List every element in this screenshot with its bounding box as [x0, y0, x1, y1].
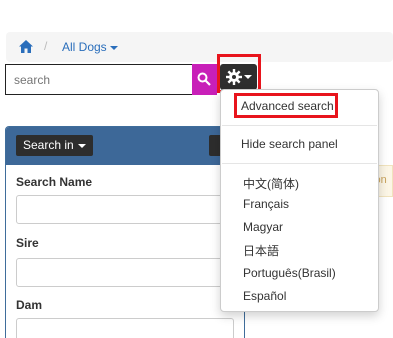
menu-divider [222, 125, 377, 126]
search-panel: Search in Search Name Sire Dam [5, 126, 245, 338]
menu-item-lang-es[interactable]: Español [243, 289, 286, 303]
search-name-field[interactable] [16, 195, 234, 224]
advanced-search-highlight [234, 93, 338, 118]
breadcrumb-all-dogs-label: All Dogs [62, 40, 107, 54]
menu-item-hide-search-panel[interactable]: Hide search panel [241, 137, 338, 151]
breadcrumb-separator: / [44, 39, 48, 53]
chevron-down-icon [77, 143, 86, 148]
home-icon[interactable] [19, 40, 33, 53]
breadcrumb: / All Dogs [6, 32, 393, 62]
menu-item-lang-fr[interactable]: Français [243, 197, 289, 211]
dam-field[interactable] [16, 318, 234, 338]
search-button[interactable] [192, 64, 217, 95]
menu-item-lang-hu[interactable]: Magyar [243, 220, 283, 234]
menu-item-lang-pt-br[interactable]: Português(Brasil) [243, 266, 336, 280]
search-in-button[interactable]: Search in [16, 135, 93, 156]
search-icon [197, 72, 211, 86]
menu-item-lang-ja[interactable]: 日本語 [243, 242, 279, 259]
search-name-label: Search Name [16, 175, 93, 189]
search-input[interactable] [5, 64, 193, 95]
search-in-label: Search in [23, 138, 74, 152]
gear-icon [226, 69, 242, 85]
breadcrumb-all-dogs[interactable]: All Dogs [62, 40, 118, 54]
sire-field[interactable] [16, 258, 234, 287]
chevron-down-icon [109, 45, 118, 50]
menu-divider [222, 163, 377, 164]
settings-dropdown-menu: Advanced search Hide search panel 中文(简体)… [220, 89, 379, 312]
menu-item-lang-zh-cn[interactable]: 中文(简体) [243, 175, 299, 192]
settings-dropdown-button[interactable] [220, 64, 257, 90]
dam-label: Dam [16, 298, 43, 312]
sire-label: Sire [16, 236, 39, 250]
search-panel-header: Search in [6, 127, 244, 165]
chevron-down-icon [244, 75, 252, 79]
